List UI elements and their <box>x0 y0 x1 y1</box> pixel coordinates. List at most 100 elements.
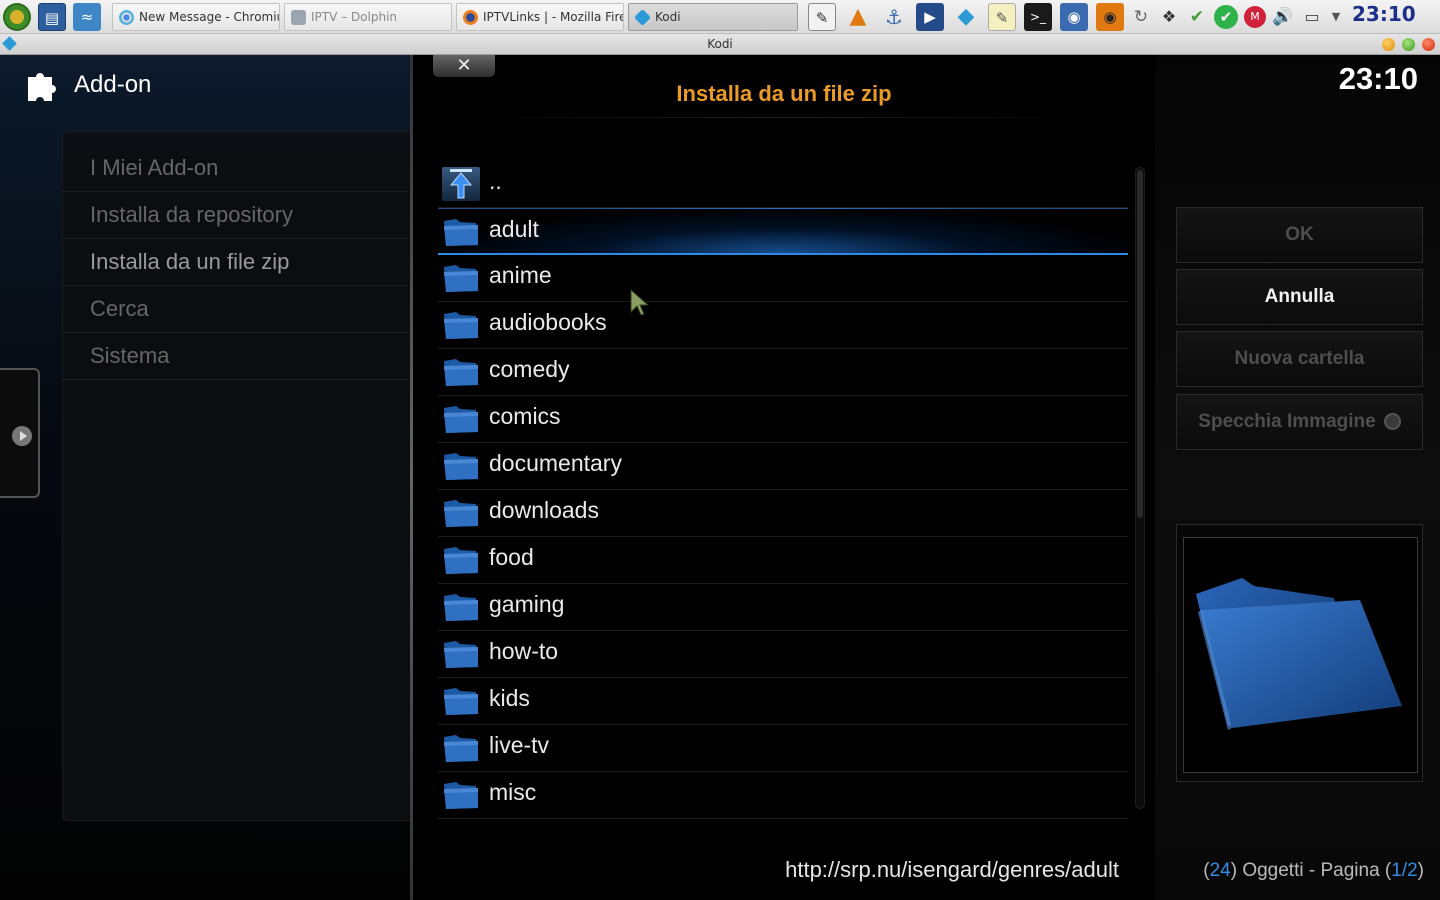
current-path: http://srp.nu/isengard/genres/adult <box>785 857 1119 882</box>
item-count: 24 <box>1209 860 1231 881</box>
folder-row[interactable]: comics <box>438 396 1128 443</box>
notes-icon[interactable]: ✎ <box>988 3 1016 31</box>
firefox-icon <box>463 10 478 25</box>
folder-name: anime <box>489 262 552 288</box>
task-kodi[interactable]: Kodi <box>628 3 798 31</box>
folder-row[interactable]: audiobooks <box>438 302 1128 349</box>
minimize-button[interactable] <box>1382 38 1395 51</box>
dolphin-icon <box>291 10 306 25</box>
folder-icon <box>442 402 480 436</box>
network-icon[interactable]: ⚓ <box>880 3 908 31</box>
video-editor-icon[interactable]: ▶ <box>916 3 944 31</box>
terminal-icon[interactable]: >_ <box>1024 3 1052 31</box>
menu-item-search[interactable]: Cerca <box>62 287 408 333</box>
task-chromium[interactable]: New Message - Chromium <box>112 3 280 31</box>
radio-icon <box>1383 413 1401 431</box>
window-titlebar[interactable]: Kodi <box>0 34 1440 55</box>
divider <box>453 117 1113 118</box>
folder-icon <box>442 731 480 765</box>
kodi-icon <box>634 9 651 26</box>
display-icon[interactable]: ▭ <box>1300 3 1324 31</box>
new-folder-button[interactable]: Nuova cartella <box>1176 331 1423 387</box>
mail-icon[interactable]: M <box>1244 6 1266 28</box>
folder-row[interactable]: documentary <box>438 443 1128 490</box>
folder-icon <box>442 590 480 624</box>
page-indicator: 1/2 <box>1391 860 1418 881</box>
folder-name: misc <box>489 779 537 805</box>
folder-icon <box>442 684 480 718</box>
vlc-icon[interactable]: ▲ <box>844 3 872 31</box>
tray-clock[interactable]: 23:10 <box>1352 2 1416 26</box>
mirror-image-toggle[interactable]: Specchia Immagine <box>1176 394 1423 450</box>
task-label: Kodi <box>655 10 681 24</box>
task-label: New Message - Chromium <box>139 10 279 24</box>
folder-name: food <box>489 544 534 570</box>
check-shield-icon[interactable]: ✔ <box>1186 3 1208 31</box>
section-title: Add-on <box>74 71 152 98</box>
folder-row[interactable]: food <box>438 537 1128 584</box>
folder-icon <box>442 449 480 483</box>
folder-name: comedy <box>489 356 570 382</box>
folder-icon <box>442 778 480 812</box>
folder-row[interactable]: adult <box>438 208 1128 255</box>
folder-row[interactable]: kids <box>438 678 1128 725</box>
dolphin-launcher-icon[interactable]: ≈ <box>73 3 101 31</box>
menu-item-system[interactable]: Sistema <box>62 334 408 380</box>
menu-item-install-from-zip[interactable]: Installa da un file zip <box>62 240 408 286</box>
folder-row[interactable]: live-tv <box>438 725 1128 772</box>
folder-name: adult <box>489 216 539 242</box>
folder-name: .. <box>489 168 502 194</box>
folder-row[interactable]: downloads <box>438 490 1128 537</box>
ok-button-label: OK <box>1285 224 1314 245</box>
puzzle-icon <box>28 73 56 101</box>
arrow-right-icon <box>12 426 32 446</box>
folder-name: audiobooks <box>489 309 607 335</box>
side-menu-tab[interactable] <box>0 368 40 498</box>
folder-name: gaming <box>489 591 565 617</box>
app-menu-icon[interactable] <box>3 3 31 31</box>
folder-name: kids <box>489 685 530 711</box>
volume-icon[interactable]: 🔊 <box>1270 3 1296 31</box>
ok-button[interactable]: OK <box>1176 207 1423 263</box>
dropbox-icon[interactable]: ❖ <box>1158 3 1180 31</box>
addon-sidebar: Add-on I Miei Add-on Installa da reposit… <box>0 55 412 900</box>
file-browser-dialog: ✕ Installa da un file zip .. adult anime au… <box>413 55 1155 900</box>
close-dialog-button[interactable]: ✕ <box>433 55 495 77</box>
folder-icon <box>442 215 480 249</box>
folder-row[interactable]: comedy <box>438 349 1128 396</box>
folder-icon <box>442 637 480 671</box>
task-label: IPTVLinks | - Mozilla Firefox <box>483 10 623 24</box>
task-firefox[interactable]: IPTVLinks | - Mozilla Firefox <box>456 3 624 31</box>
folder-row[interactable]: anime <box>438 255 1128 302</box>
eye-icon[interactable]: ◉ <box>1096 3 1124 31</box>
close-window-button[interactable] <box>1422 38 1435 51</box>
maximize-button[interactable] <box>1402 38 1415 51</box>
kodi-app: Add-on I Miei Add-on Installa da reposit… <box>0 55 1440 900</box>
menu-item-my-addons[interactable]: I Miei Add-on <box>62 146 408 192</box>
show-desktop-icon[interactable]: ▤ <box>38 3 66 31</box>
folder-row[interactable]: misc <box>438 772 1128 819</box>
tray-expand-icon[interactable]: ▼ <box>1328 3 1344 31</box>
new-folder-button-label: Nuova cartella <box>1234 348 1365 369</box>
kodi-launcher-icon[interactable]: ◆ <box>952 3 980 31</box>
check-green-icon[interactable]: ✔ <box>1214 5 1238 29</box>
text-editor-icon[interactable]: ✎ <box>808 3 836 31</box>
cancel-button[interactable]: Annulla <box>1176 269 1423 325</box>
parent-folder-row[interactable]: .. <box>438 161 1128 208</box>
menu-item-install-from-repository[interactable]: Installa da repository <box>62 193 408 239</box>
sync-icon[interactable]: ↻ <box>1130 3 1152 31</box>
folder-row[interactable]: gaming <box>438 584 1128 631</box>
scrollbar[interactable] <box>1135 167 1145 809</box>
scrollbar-thumb[interactable] <box>1137 170 1143 518</box>
parent-folder-icon <box>442 167 480 201</box>
screenshot-icon[interactable]: ◉ <box>1060 3 1088 31</box>
folder-icon <box>442 543 480 577</box>
dialog-actions-panel: 23:10 OK Annulla Nuova cartella Specchia… <box>1155 55 1440 900</box>
task-label: IPTV – Dolphin <box>311 10 398 24</box>
window-title: Kodi <box>707 37 733 51</box>
task-dolphin[interactable]: IPTV – Dolphin <box>284 3 452 31</box>
folder-row[interactable]: how-to <box>438 631 1128 678</box>
folder-name: documentary <box>489 450 622 476</box>
cancel-button-label: Annulla <box>1264 286 1335 307</box>
thumbnail <box>1183 537 1418 773</box>
